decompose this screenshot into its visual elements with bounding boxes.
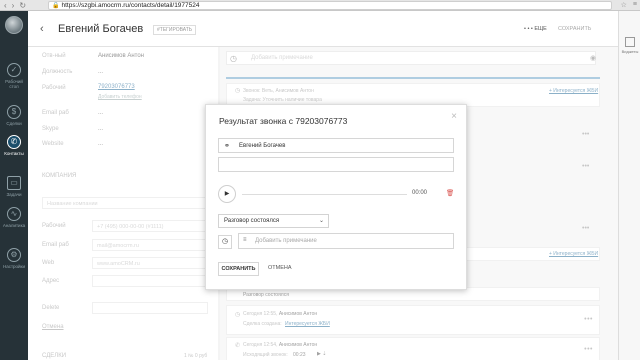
player-time: 00:00 xyxy=(412,190,428,196)
forward-nav-icon[interactable]: › xyxy=(12,1,15,10)
more-button[interactable]: • • • ЕЩЕ xyxy=(524,26,547,32)
app-sidebar: ✓ Рабочий стол $ Сделки ✆ Контакты ▭ Зад… xyxy=(0,11,28,360)
play-icon[interactable]: ▶ xyxy=(218,185,236,203)
settings-icon: ⚙ xyxy=(7,248,21,262)
sidebar-item-analytics[interactable]: ∿ Аналитика xyxy=(0,207,28,228)
modal-note-row: ◷ ≡ Добавить примечание xyxy=(218,233,454,250)
dashboard-icon: ✓ xyxy=(7,63,21,77)
player-track[interactable] xyxy=(242,194,407,195)
widgets-button[interactable]: Виджеты xyxy=(619,37,640,54)
link-icon: ⚭ xyxy=(224,143,230,150)
menu-icon[interactable]: ≡ xyxy=(633,1,637,9)
sidebar-item-deals[interactable]: $ Сделки xyxy=(0,105,28,126)
sidebar-item-label: Аналитика xyxy=(2,223,26,228)
widgets-sidebar: Виджеты xyxy=(618,11,640,360)
browser-toolbar: ‹ › ↻ 🔒 https://szgbi.amocrm.ru/contacts… xyxy=(0,0,640,11)
widgets-icon xyxy=(625,37,635,47)
call-result-value: Разговор состоялся xyxy=(224,218,280,224)
save-button[interactable]: СОХРАНИТЬ xyxy=(218,262,259,276)
widgets-label: Виджеты xyxy=(621,49,639,54)
tag-button[interactable]: #ТЕГИРОВАТЬ xyxy=(153,25,197,35)
address-bar[interactable]: 🔒 https://szgbi.amocrm.ru/contacts/detai… xyxy=(48,0,612,10)
call-result-select[interactable]: Разговор состоялся ⌄ xyxy=(218,214,329,228)
second-field[interactable] xyxy=(218,157,454,172)
modal-note-input[interactable]: ≡ Добавить примечание xyxy=(238,233,454,249)
back-nav-icon[interactable]: ‹ xyxy=(4,1,7,10)
call-result-modal: Результат звонка с 79203076773 × ⚭ Евген… xyxy=(205,104,467,290)
cancel-button[interactable]: ОТМЕНА xyxy=(268,265,292,271)
close-icon[interactable]: × xyxy=(451,111,457,122)
page-header: ‹ Евгений Богачев #ТЕГИРОВАТЬ • • • ЕЩЕ … xyxy=(28,11,618,47)
call-player: ▶ 00:00 🗑 xyxy=(218,185,454,203)
deals-icon: $ xyxy=(7,105,21,119)
page-title: Евгений Богачев xyxy=(58,23,144,35)
analytics-icon: ∿ xyxy=(7,207,21,221)
user-avatar[interactable] xyxy=(5,16,23,34)
header-save-button[interactable]: СОХРАНИТЬ xyxy=(558,26,591,32)
modal-title: Результат звонка с 79203076773 xyxy=(219,116,348,126)
lock-icon: 🔒 xyxy=(52,2,60,9)
contacts-icon: ✆ xyxy=(7,135,21,149)
back-arrow-icon[interactable]: ‹ xyxy=(40,23,44,35)
sidebar-item-label: Сделки xyxy=(6,121,22,126)
modal-note-placeholder: Добавить примечание xyxy=(255,238,317,244)
sidebar-item-label: Задачи xyxy=(6,192,22,197)
browser-actions: ☆ ≡ xyxy=(621,1,637,9)
sidebar-item-label: Рабочий стол xyxy=(5,79,23,89)
contact-field-value: Евгений Богачев xyxy=(239,143,286,149)
sidebar-item-contacts[interactable]: ✆ Контакты xyxy=(0,135,28,156)
star-icon[interactable]: ☆ xyxy=(621,1,627,9)
sidebar-item-settings[interactable]: ⚙ Настройки xyxy=(0,248,28,269)
sidebar-item-label: Настройки xyxy=(2,264,26,269)
sidebar-item-label: Контакты xyxy=(4,151,24,156)
url-text: https://szgbi.amocrm.ru/contacts/detail/… xyxy=(61,1,200,9)
sidebar-item-dashboard[interactable]: ✓ Рабочий стол xyxy=(0,63,28,89)
trash-icon[interactable]: 🗑 xyxy=(446,189,454,197)
clock-icon[interactable]: ◷ xyxy=(218,235,232,249)
sidebar-item-tasks[interactable]: ▭ Задачи xyxy=(0,176,28,197)
browser-nav: ‹ › ↻ xyxy=(0,1,48,10)
contact-field[interactable]: ⚭ Евгений Богачев xyxy=(218,138,454,153)
reload-icon[interactable]: ↻ xyxy=(19,1,26,10)
note-lines-icon: ≡ xyxy=(243,237,247,243)
tasks-icon: ▭ xyxy=(7,176,21,190)
chevron-down-icon: ⌄ xyxy=(318,218,324,224)
